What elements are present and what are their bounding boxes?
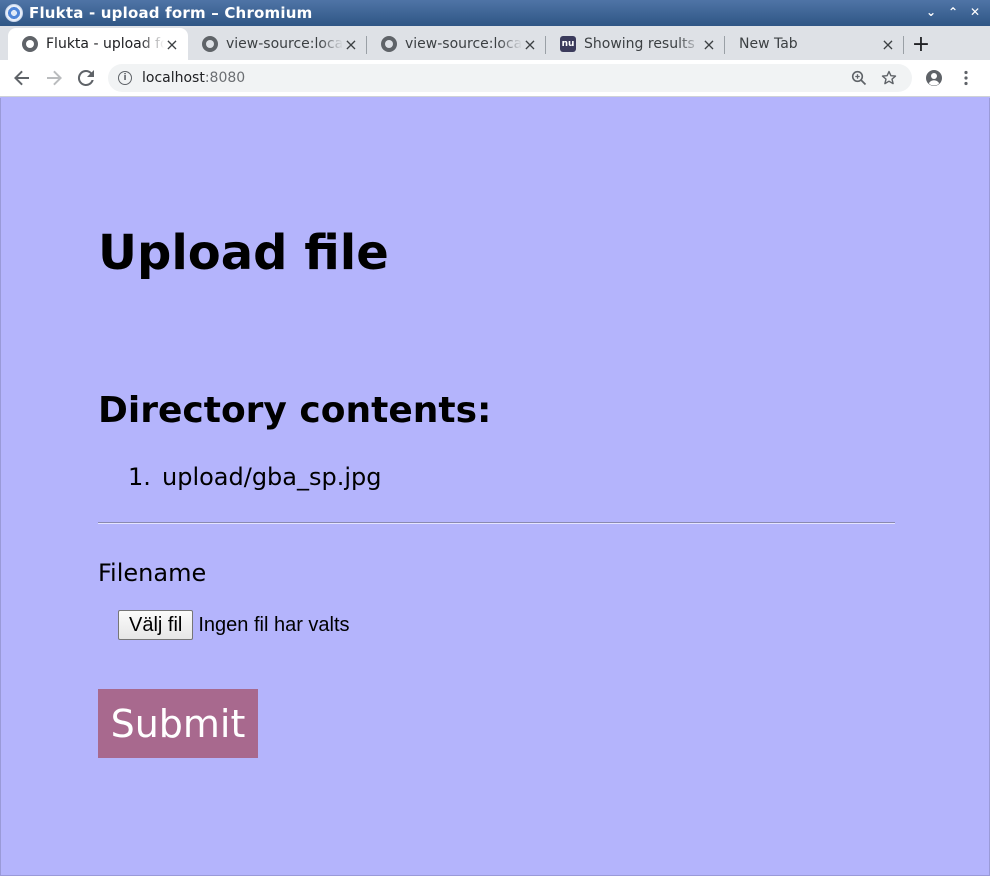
directory-list: 1. upload/gba_sp.jpg (128, 463, 382, 491)
tab-label: view-source:localhost (405, 36, 522, 52)
tab-view-source-1[interactable]: view-source:localhost:8080 × (188, 28, 367, 60)
plus-icon: + (911, 31, 931, 57)
profile-button[interactable] (918, 64, 950, 92)
window-titlebar: Flukta - upload form – Chromium ⌄ ⌃ ✕ (0, 0, 990, 26)
directory-heading: Directory contents: (98, 390, 492, 431)
tab-new-tab[interactable]: New Tab × (725, 28, 904, 60)
tab-view-source-2[interactable]: view-source:localhost × (367, 28, 546, 60)
globe-icon (202, 36, 218, 52)
file-status-text: Ingen fil har valts (198, 613, 350, 636)
list-item: 1. upload/gba_sp.jpg (128, 463, 382, 491)
back-button[interactable] (6, 64, 38, 92)
star-icon (881, 70, 897, 85)
tab-label: Showing results (584, 36, 695, 52)
menu-button[interactable] (950, 64, 982, 92)
tab-showing-results[interactable]: nu Showing results × (546, 28, 725, 60)
minimize-icon[interactable]: ⌄ (922, 3, 940, 21)
bookmark-button[interactable] (874, 70, 904, 86)
zoom-icon (851, 70, 867, 86)
browser-toolbar: i localhost:8080 (0, 60, 990, 97)
close-tab-icon[interactable]: × (701, 35, 717, 54)
tab-strip: Flukta - upload form × view-source:local… (0, 26, 990, 60)
new-tab-button[interactable]: + (904, 28, 938, 60)
globe-icon (381, 36, 397, 52)
close-tab-icon[interactable]: × (880, 35, 896, 54)
site-info-icon[interactable]: i (118, 71, 132, 85)
tab-label: view-source:localhost:8080 (226, 36, 343, 52)
maximize-icon[interactable]: ⌃ (944, 3, 962, 21)
chromium-app-icon (5, 4, 23, 22)
list-item-number: 1. (128, 463, 151, 491)
reload-button[interactable] (70, 64, 102, 92)
list-item-path: upload/gba_sp.jpg (162, 463, 382, 491)
zoom-button[interactable] (844, 70, 874, 86)
choose-file-button[interactable]: Välj fil (118, 610, 194, 640)
url-text[interactable]: localhost:8080 (142, 70, 844, 86)
close-window-icon[interactable]: ✕ (966, 3, 984, 21)
window-title: Flukta - upload form – Chromium (29, 4, 313, 22)
reload-icon (77, 69, 94, 86)
account-icon (926, 70, 942, 86)
kebab-menu-icon (964, 70, 968, 86)
close-tab-icon[interactable]: × (164, 35, 180, 54)
arrow-right-icon (47, 70, 62, 86)
close-tab-icon[interactable]: × (343, 35, 359, 54)
page-viewport: Upload file Directory contents: 1. uploa… (0, 98, 990, 876)
filename-label: Filename (98, 559, 207, 587)
globe-icon (22, 36, 38, 52)
tab-label: New Tab (739, 36, 798, 52)
nu-favicon-icon: nu (560, 36, 576, 52)
close-tab-icon[interactable]: × (522, 35, 538, 54)
window-controls: ⌄ ⌃ ✕ (922, 3, 984, 21)
address-bar[interactable]: i localhost:8080 (108, 64, 912, 92)
url-host: localhost (142, 70, 205, 86)
tab-label: Flukta - upload form (46, 36, 164, 52)
tab-flukta-upload[interactable]: Flukta - upload form × (8, 28, 188, 60)
horizontal-divider (98, 522, 895, 524)
url-port: :8080 (204, 70, 246, 86)
tab-separator (903, 36, 904, 54)
page-title: Upload file (98, 225, 389, 281)
forward-button[interactable] (38, 64, 70, 92)
toolbar-right-icons (918, 64, 982, 92)
submit-button[interactable]: Submit (98, 689, 258, 758)
file-input[interactable]: Välj fil Ingen fil har valts (118, 610, 350, 640)
arrow-left-icon (14, 70, 29, 86)
